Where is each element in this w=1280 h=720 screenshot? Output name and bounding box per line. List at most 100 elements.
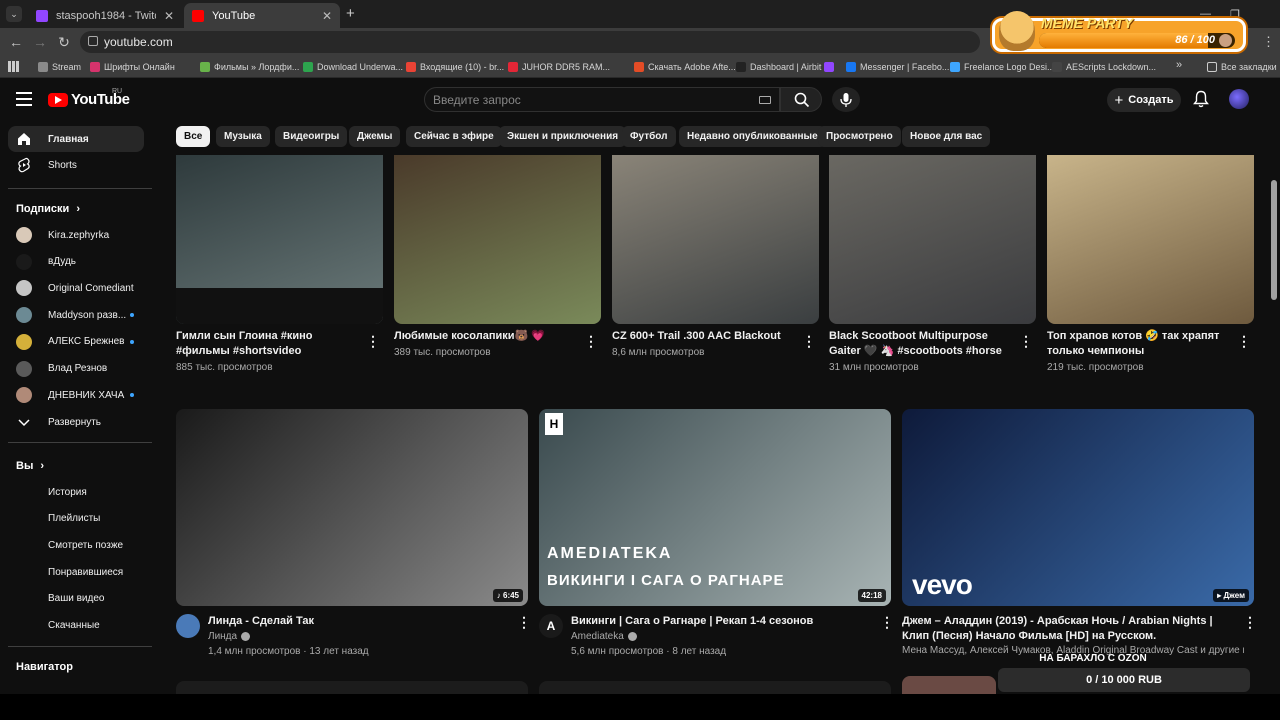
sidebar-item-download[interactable]: Скачанные — [8, 613, 144, 639]
short-thumbnail[interactable] — [1047, 155, 1254, 324]
channel-avatar[interactable]: A — [539, 614, 563, 638]
chip-filter[interactable]: Экшен и приключения — [499, 126, 627, 147]
hamburger-menu-icon[interactable] — [16, 92, 32, 106]
bookmarks-more-button[interactable]: » — [1176, 59, 1182, 71]
video-thumbnail[interactable]: AMEDIATEKA ВИКИНГИ I САГА О РАГНАРЕ H 42:18 — [539, 409, 891, 606]
chip-filter[interactable]: Музыка — [216, 126, 270, 147]
bookmark-favicon-icon — [1052, 62, 1062, 72]
short-title[interactable]: Black Scootboot Multipurpose Gaiter 🖤 🦄 … — [829, 329, 1009, 359]
short-thumbnail[interactable] — [394, 155, 601, 324]
sidebar-item-subscription[interactable]: ДНЕВНИК ХАЧА — [8, 382, 144, 408]
chip-filter[interactable]: Все — [176, 126, 211, 147]
more-actions-icon[interactable]: ⋮ — [880, 615, 894, 629]
channel-avatar — [16, 307, 32, 324]
bookmark-favicon-icon — [200, 62, 210, 72]
site-info-icon[interactable] — [88, 36, 98, 46]
page-scrollbar[interactable] — [1271, 180, 1277, 300]
verified-check-icon — [627, 631, 637, 641]
close-tab-icon[interactable]: ✕ — [164, 9, 174, 23]
bookmark-item[interactable]: Входящие (10) - br... — [406, 60, 504, 74]
chip-filter[interactable]: Джемы — [349, 126, 401, 147]
youtube-logo[interactable]: YouTube RU — [48, 88, 130, 108]
short-thumbnail[interactable] — [176, 155, 383, 324]
chip-filter[interactable]: Футбол — [622, 126, 676, 147]
more-actions-icon[interactable]: ⋮ — [584, 334, 598, 348]
sidebar-item-history[interactable]: История — [8, 479, 144, 505]
bookmark-item[interactable] — [824, 60, 834, 74]
forward-arrow-icon[interactable]: → — [32, 34, 48, 50]
sidebar-expand-button[interactable]: Развернуть — [8, 409, 144, 435]
bookmark-item[interactable]: Messenger | Facebo... — [846, 60, 949, 74]
bookmark-item[interactable]: Фильмы » Лордфи... — [200, 60, 299, 74]
search-button[interactable] — [780, 87, 822, 112]
more-actions-icon[interactable]: ⋮ — [366, 334, 380, 348]
browser-tab-youtube[interactable]: YouTube ✕ — [184, 3, 340, 28]
apps-grid-icon[interactable] — [8, 61, 19, 72]
short-title[interactable]: Топ храпов котов 🤣 так храпят только чем… — [1047, 329, 1227, 359]
channel-name[interactable]: Линда — [208, 631, 508, 642]
more-actions-icon[interactable]: ⋮ — [1243, 615, 1257, 629]
search-input[interactable]: Введите запрос — [424, 87, 780, 112]
subscriptions-heading[interactable]: Подписки › — [16, 203, 80, 215]
sidebar-item-playlists[interactable]: Плейлисты — [8, 506, 144, 532]
bookmark-item[interactable]: Скачать Adobe Afte... — [634, 60, 736, 74]
bookmark-item[interactable]: Stream — [38, 60, 81, 74]
channel-name[interactable]: Amediateka — [571, 631, 871, 642]
short-title[interactable]: Гимли сын Глоина #кино #фильмы #shortsvi… — [176, 329, 356, 359]
more-actions-icon[interactable]: ⋮ — [802, 334, 816, 348]
more-actions-icon[interactable]: ⋮ — [1019, 334, 1033, 348]
tab-search-button[interactable]: ⌄ — [6, 6, 22, 22]
chip-filter[interactable]: Просмотрено — [818, 126, 901, 147]
sidebar-item-label: вДудь — [48, 256, 77, 268]
chip-filter[interactable]: Недавно опубликованные — [679, 126, 826, 147]
close-tab-icon[interactable]: ✕ — [322, 9, 332, 23]
sidebar-item-subscription[interactable]: АЛЕКС Брежнев — [8, 329, 144, 355]
more-actions-icon[interactable]: ⋮ — [1237, 334, 1251, 348]
back-arrow-icon[interactable]: ← — [8, 34, 24, 50]
bookmark-item[interactable]: Download Underwa... — [303, 60, 403, 74]
url-field[interactable]: youtube.com — [80, 31, 980, 53]
create-button[interactable]: + Создать — [1107, 88, 1181, 112]
chip-filter[interactable]: Новое для вас — [902, 126, 991, 147]
sidebar-item-home[interactable]: Главная — [8, 126, 144, 152]
short-thumbnail[interactable] — [612, 155, 819, 324]
short-thumbnail[interactable] — [829, 155, 1036, 324]
video-thumbnail[interactable]: vevo ▸ Джем — [902, 409, 1254, 606]
bookmark-item[interactable]: Dashboard | Airbit — [736, 60, 821, 74]
sidebar-item-your-videos[interactable]: Ваши видео — [8, 586, 144, 612]
account-avatar[interactable] — [1229, 89, 1249, 109]
sidebar-item-subscription[interactable]: Kira.zephyrka — [8, 222, 144, 248]
sidebar-item-like[interactable]: Понравившиеся — [8, 559, 144, 585]
video-title[interactable]: Викинги | Сага о Рагнаре | Рекап 1-4 сез… — [571, 614, 871, 629]
video-title[interactable]: Джем – Аладдин (2019) - Арабская Ночь / … — [902, 614, 1234, 644]
browser-tab-twitch[interactable]: staspooh1984 - Twitch ✕ — [28, 3, 182, 28]
sidebar-item-watch-later[interactable]: Смотреть позже — [8, 532, 144, 558]
keyboard-icon[interactable] — [759, 96, 771, 104]
chip-filter[interactable]: Сейчас в эфире — [406, 126, 502, 147]
reload-icon[interactable]: ↻ — [56, 34, 72, 50]
new-content-dot — [130, 313, 134, 318]
bookmark-item[interactable]: Freelance Logo Desi... — [950, 60, 1055, 74]
browser-menu-icon[interactable]: ⋮ — [1262, 34, 1275, 50]
chip-filter[interactable]: Видеоигры — [275, 126, 348, 147]
you-heading[interactable]: Вы › — [16, 460, 44, 472]
channel-avatar[interactable] — [176, 614, 200, 638]
bookmark-item[interactable]: AEScripts Lockdown... — [1052, 60, 1156, 74]
create-label: Создать — [1128, 94, 1174, 106]
notifications-bell-icon[interactable] — [1193, 90, 1209, 108]
bookmark-item[interactable]: JUHOR DDR5 RAM... — [508, 60, 610, 74]
bookmark-label: Скачать Adobe Afte... — [648, 62, 736, 72]
download-icon — [16, 618, 32, 634]
new-tab-button[interactable]: + — [346, 5, 355, 22]
voice-search-button[interactable] — [832, 87, 860, 112]
more-actions-icon[interactable]: ⋮ — [517, 615, 531, 629]
bookmark-item[interactable]: Шрифты Онлайн — [90, 60, 175, 74]
sidebar-item-subscription[interactable]: Maddyson разв... — [8, 302, 144, 328]
video-title[interactable]: Линда - Сделай Так — [208, 614, 508, 629]
sidebar-item-subscription[interactable]: вДудь — [8, 249, 144, 275]
sidebar-item-subscription[interactable]: Original Comediant — [8, 275, 144, 301]
sidebar-item-shorts[interactable]: Shorts — [8, 152, 144, 178]
all-bookmarks-folder[interactable]: Все закладки — [1207, 60, 1277, 74]
sidebar-item-subscription[interactable]: Влад Резнов — [8, 356, 144, 382]
video-thumbnail[interactable]: ♪ 6:45 — [176, 409, 528, 606]
